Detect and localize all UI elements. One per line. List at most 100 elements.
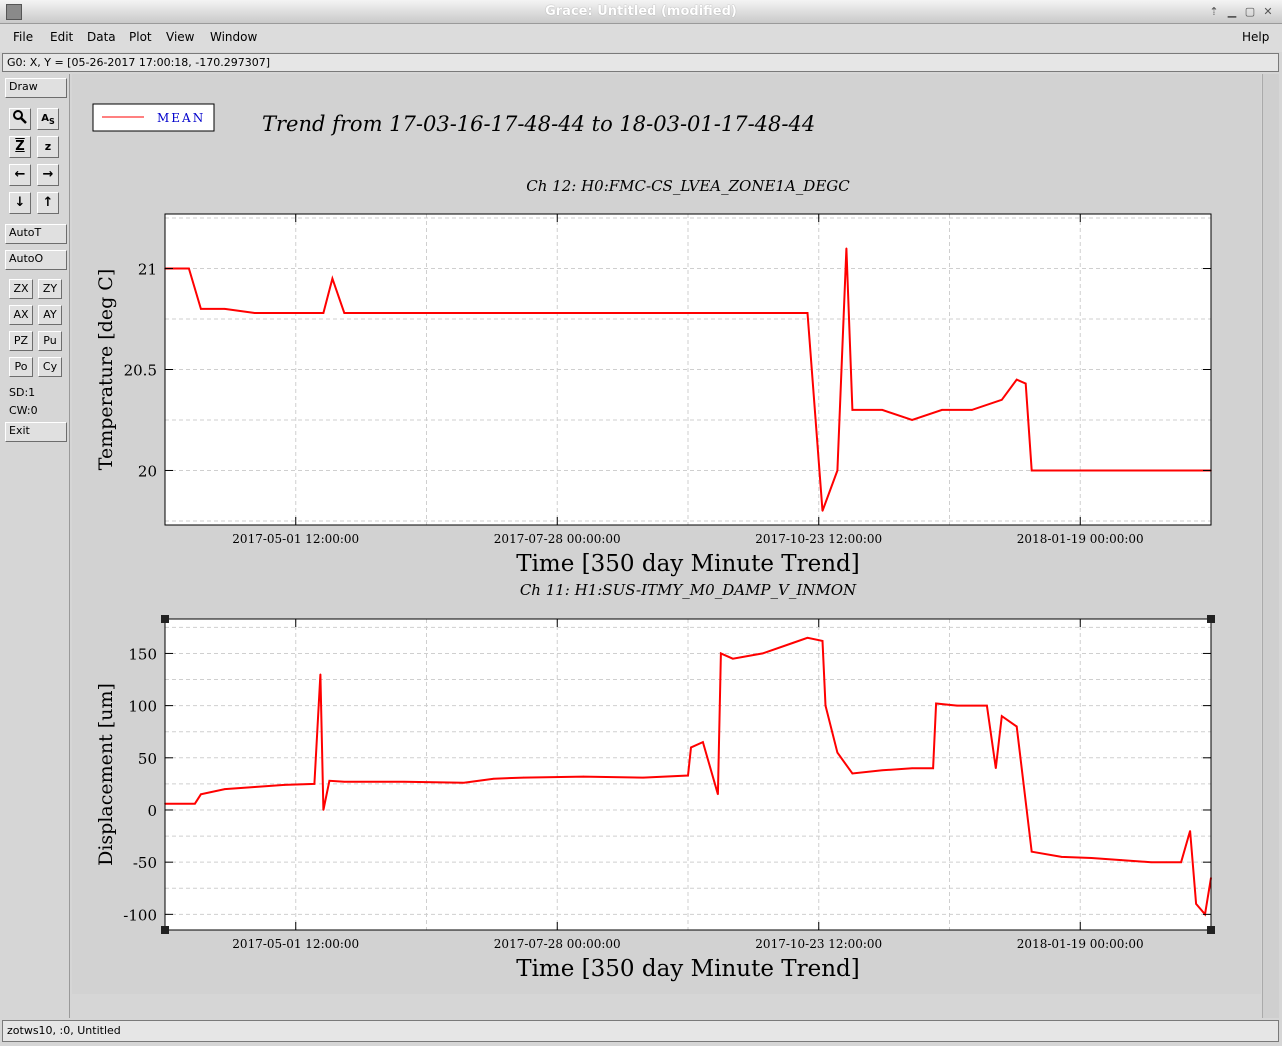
chart1-data-point [845, 247, 848, 250]
chart2-data-point [319, 673, 322, 676]
horizontal-scrollbar-area[interactable] [72, 995, 1261, 1017]
autoscale-y-button[interactable]: AY [38, 305, 62, 325]
chart1-data-point [188, 267, 190, 270]
shade-icon[interactable]: ⇡ [1206, 4, 1222, 20]
window-title: Grace: Untitled (modified) [545, 4, 737, 19]
chart2-data-point [836, 751, 839, 754]
chart2-data-point [821, 640, 824, 642]
chart2-data-point [1120, 859, 1123, 861]
window-titlebar[interactable]: Grace: Untitled (modified) ⇡ ▁ ▢ ✕ [0, 0, 1282, 24]
chart2-selection-handle[interactable] [1207, 615, 1215, 623]
plot-svg[interactable]: MEAN Trend from 17-03-16-17-48-44 to 18-… [72, 74, 1261, 994]
main-title: Trend from 17-03-16-17-48-44 to 18-03-01… [262, 112, 815, 136]
chart1-data-point [253, 312, 256, 314]
chart2-data-point [732, 657, 734, 660]
chart2-xtick-label: 2017-05-01 12:00:00 [232, 937, 359, 951]
chart2-data-point [463, 782, 465, 784]
zoom-in-icon[interactable]: Z [9, 136, 31, 158]
chart1-xtick-label: 2018-01-19 00:00:00 [1017, 532, 1144, 546]
stack-depth-label: SD:1 [9, 386, 36, 399]
push-zoom-button[interactable]: PZ [9, 331, 33, 351]
menu-plot[interactable]: Plot [129, 30, 152, 44]
minimize-icon[interactable]: ▁ [1224, 4, 1240, 20]
chart1-data-point [343, 312, 346, 314]
chart2-selection-handle[interactable] [1207, 926, 1215, 934]
chart2-ytick-label: 100 [128, 698, 157, 716]
chart1-data-point [1150, 469, 1152, 472]
chart1-data-point [881, 409, 884, 411]
scroll-left-icon[interactable]: ← [9, 164, 31, 186]
chart1-data-point [283, 312, 286, 314]
status-bar: zotws10, :0, Untitled [2, 1020, 1279, 1042]
chart2-data-point [642, 776, 644, 779]
chart1-data-point [597, 312, 600, 314]
vertical-scrollbar[interactable] [1262, 74, 1279, 1018]
chart1-title: Ch 12: H0:FMC-CS_LVEA_ZONE1A_DEGC [526, 177, 850, 195]
chart2-data-point [995, 767, 997, 769]
zoom-y-button[interactable]: ZY [38, 279, 62, 299]
chart2-data-point [522, 776, 525, 779]
autoscale-x-button[interactable]: AX [9, 305, 33, 325]
chart1-ytick-label: 21 [138, 261, 157, 279]
chart1-data-point [1030, 469, 1033, 472]
menu-file[interactable]: File [13, 30, 33, 44]
chart1-data-point [711, 312, 713, 314]
menu-edit[interactable]: Edit [50, 30, 73, 44]
legend-label: MEAN [157, 111, 205, 125]
scroll-down-icon[interactable]: ↓ [9, 192, 31, 214]
cycle-button[interactable]: Cy [38, 357, 62, 377]
zoom-out-icon[interactable]: z [37, 136, 59, 158]
maximize-icon[interactable]: ▢ [1242, 4, 1258, 20]
chart2-xtick-label: 2017-10-23 12:00:00 [755, 937, 882, 951]
chart1-data-point [836, 469, 839, 472]
chart2-data-point [1150, 861, 1152, 863]
chart1-ytick-label: 20 [138, 462, 157, 480]
chart2-data-point [313, 783, 316, 785]
chart1-data-point [642, 312, 644, 314]
plot-canvas[interactable]: MEAN Trend from 17-03-16-17-48-44 to 18-… [72, 74, 1261, 994]
menu-window[interactable]: Window [210, 30, 257, 44]
zoom-icon[interactable] [9, 108, 31, 130]
chart2-data-point [911, 767, 913, 769]
zoom-x-button[interactable]: ZX [9, 279, 33, 299]
chart1-data-point [1015, 378, 1018, 381]
chart2-data-point [1189, 830, 1191, 832]
chart1-data-point [941, 409, 943, 411]
chart2-data-point [194, 802, 196, 805]
menu-data[interactable]: Data [87, 30, 116, 44]
autoorigin-button[interactable]: AutoO [5, 250, 67, 270]
autoscale-icon[interactable]: AS [37, 108, 59, 130]
chart2-data-point [932, 767, 934, 769]
chart2-ytick-label: 0 [147, 802, 157, 820]
push-button[interactable]: Pu [38, 331, 62, 351]
chart2-data-point [824, 704, 827, 707]
chart2-data-point [1090, 857, 1093, 859]
pop-button[interactable]: Po [9, 357, 33, 377]
chart2-ytick-label: -50 [133, 854, 157, 872]
autotick-button[interactable]: AutoT [5, 224, 67, 244]
coordinate-readout: G0: X, Y = [05-26-2017 17:00:18, -170.29… [2, 53, 1279, 72]
scroll-up-icon[interactable]: ↑ [37, 192, 59, 214]
chart2-data-point [717, 793, 719, 796]
chart1-data-point [1180, 469, 1182, 472]
close-icon[interactable]: ✕ [1260, 4, 1276, 20]
chart1-data-point [1120, 469, 1123, 472]
exit-button[interactable]: Exit [5, 422, 67, 442]
chart2-selection-handle[interactable] [161, 926, 169, 934]
chart1-data-point [1001, 399, 1003, 401]
chart1-data-point [821, 510, 824, 512]
chart2-data-point [851, 772, 854, 775]
chart1-data-point [851, 409, 854, 411]
chart2-data-point [986, 704, 988, 707]
chart1-data-point [403, 312, 405, 314]
menu-view[interactable]: View [166, 30, 194, 44]
chart2-data-point [687, 774, 689, 777]
menu-help[interactable]: Help [1242, 30, 1269, 44]
chart2-selection-handle[interactable] [161, 615, 169, 623]
draw-button[interactable]: Draw [5, 78, 67, 98]
chart1-data-point [687, 312, 689, 314]
chart2-data-point [1165, 861, 1167, 863]
chart2-data-point [492, 777, 495, 780]
scroll-right-icon[interactable]: → [37, 164, 59, 186]
chart2-ylabel: Displacement [um] [95, 683, 117, 866]
